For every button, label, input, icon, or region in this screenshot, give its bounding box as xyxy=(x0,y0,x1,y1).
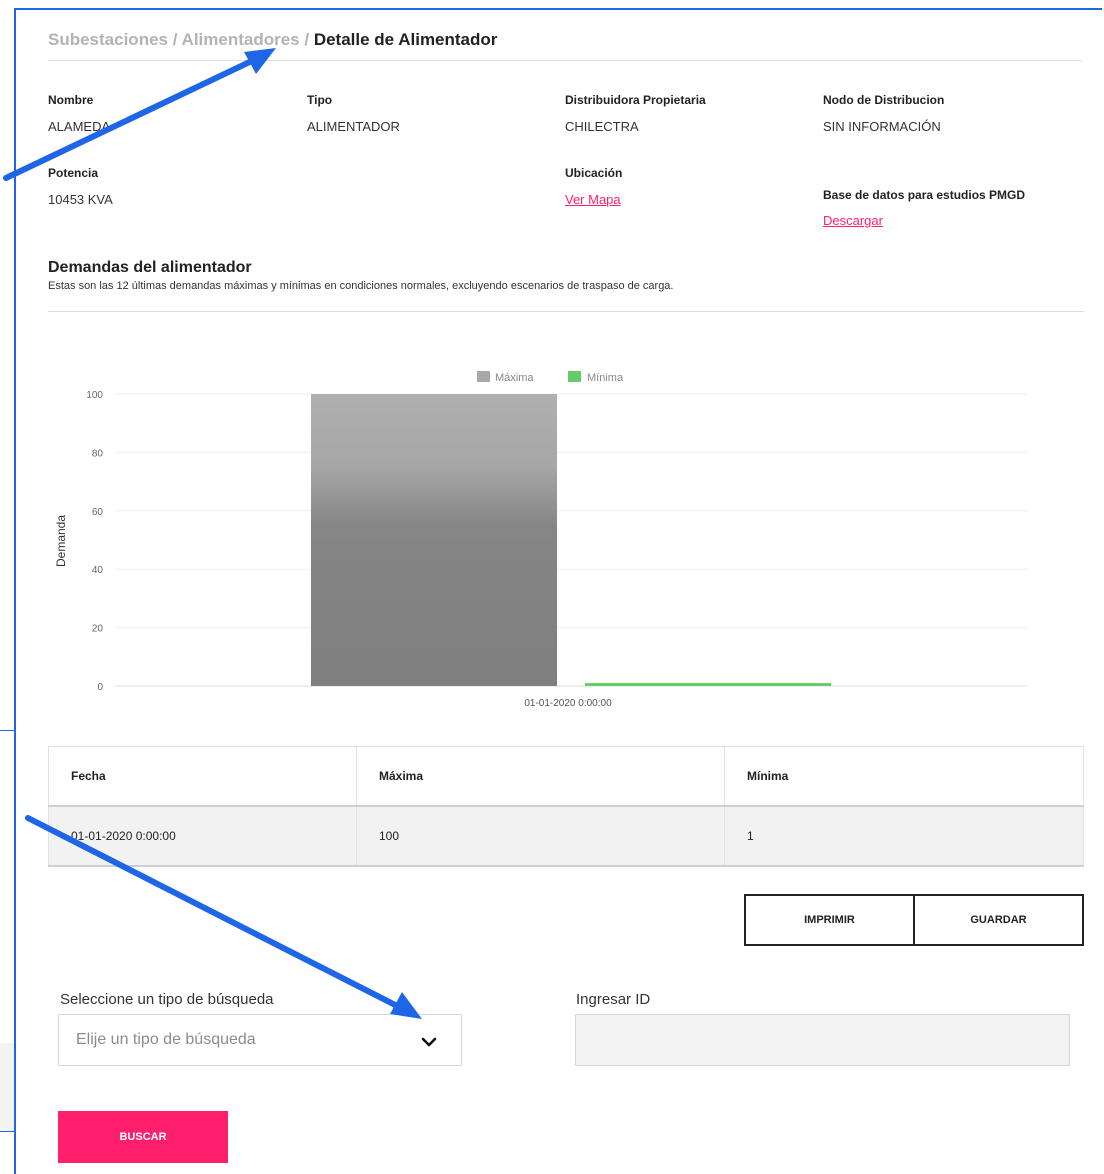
cell-minima: 1 xyxy=(724,805,1084,867)
bar-minima[interactable] xyxy=(585,683,831,686)
buscar-button[interactable]: BUSCAR xyxy=(58,1111,228,1163)
chart-bars xyxy=(311,394,831,686)
cell-maxima: 100 xyxy=(356,805,725,867)
table-header-row: Fecha Máxima Mínima xyxy=(48,746,1084,807)
search-type-label: Seleccione un tipo de búsqueda xyxy=(60,991,274,1008)
demand-table: Fecha Máxima Mínima 01-01-2020 0:00:00 1… xyxy=(48,746,1084,867)
search-type-select[interactable]: Elije un tipo de búsqueda xyxy=(58,1014,462,1066)
imprimir-button[interactable]: IMPRIMIR xyxy=(744,894,915,946)
cell-fecha: 01-01-2020 0:00:00 xyxy=(48,805,357,867)
bar-maxima[interactable] xyxy=(311,394,557,686)
chevron-down-icon xyxy=(421,1035,437,1053)
y-tick-label: 100 xyxy=(86,390,103,401)
chart-legend: Máxima Mínima xyxy=(477,371,624,384)
search-type-placeholder: Elije un tipo de búsqueda xyxy=(76,1031,256,1048)
col-header-minima: Mínima xyxy=(724,746,1084,807)
legend-maxima-label: Máxima xyxy=(495,372,534,384)
table-row: 01-01-2020 0:00:00 100 1 xyxy=(48,805,1084,867)
col-header-fecha: Fecha xyxy=(48,746,357,807)
x-tick-label: 01-01-2020 0:00:00 xyxy=(524,698,612,709)
legend-minima-label: Mínima xyxy=(587,372,624,384)
legend-minima-swatch xyxy=(568,371,581,382)
y-axis-label: Demanda xyxy=(54,515,68,567)
id-label: Ingresar ID xyxy=(576,991,651,1008)
col-header-maxima: Máxima xyxy=(356,746,725,807)
y-tick-label: 0 xyxy=(97,682,103,693)
legend-maxima-swatch xyxy=(477,371,490,382)
id-input[interactable] xyxy=(575,1014,1070,1066)
y-tick-label: 40 xyxy=(92,565,104,576)
y-tick-label: 60 xyxy=(92,507,104,518)
y-tick-label: 20 xyxy=(92,624,104,635)
guardar-button[interactable]: GUARDAR xyxy=(913,894,1084,946)
y-tick-label: 80 xyxy=(92,448,104,459)
demand-chart: 0 20 40 60 80 100 Máxima Mínima Demanda 01-01… xyxy=(54,371,1027,709)
